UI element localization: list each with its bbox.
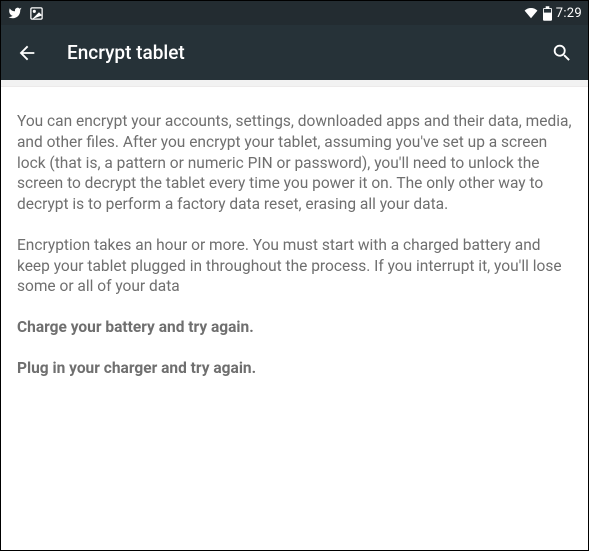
battery-icon (543, 6, 552, 21)
description-paragraph-2: Encryption takes an hour or more. You mu… (17, 235, 572, 297)
screen: 7:29 Encrypt tablet You can encrypt your… (0, 0, 589, 551)
section-divider (1, 80, 588, 87)
status-clock: 7:29 (556, 6, 582, 21)
warning-battery: Charge your battery and try again. (17, 317, 572, 338)
wifi-icon (523, 6, 539, 20)
back-button[interactable] (15, 41, 39, 65)
app-bar: Encrypt tablet (1, 25, 588, 80)
twitter-notification-icon (7, 6, 23, 20)
content-area: You can encrypt your accounts, settings,… (1, 87, 588, 399)
warning-charger: Plug in your charger and try again. (17, 358, 572, 379)
status-bar: 7:29 (1, 1, 588, 25)
search-button[interactable] (550, 41, 574, 65)
page-title: Encrypt tablet (67, 41, 550, 64)
description-paragraph-1: You can encrypt your accounts, settings,… (17, 111, 572, 215)
image-notification-icon (29, 6, 44, 21)
